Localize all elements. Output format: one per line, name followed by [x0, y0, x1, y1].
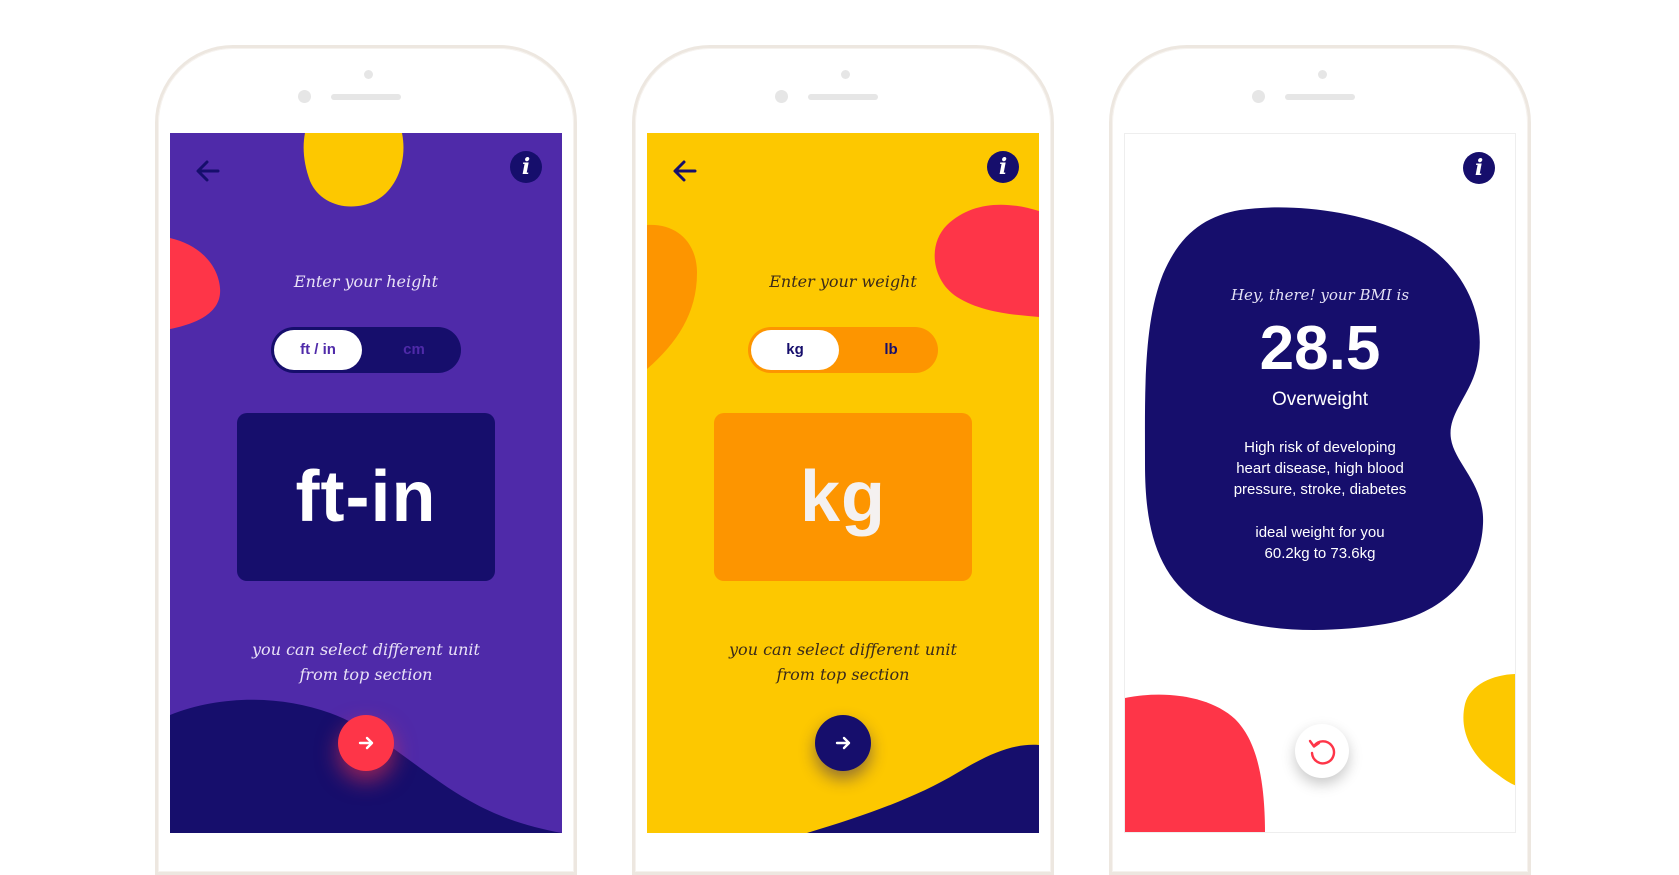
result-blob [1144, 207, 1484, 630]
ideal-weight-text: ideal weight for you 60.2kg to 73.6kg [1125, 522, 1515, 564]
arrow-right-icon [358, 736, 374, 750]
bmi-risk-line: pressure, stroke, diabetes [1233, 481, 1407, 498]
bmi-value: 28.5 [1259, 314, 1381, 383]
unit-hint: you can select different unit from top s… [170, 637, 562, 687]
unit-hint-line: from top section [299, 665, 433, 684]
weight-unit-toggle[interactable]: kg lb [748, 327, 938, 373]
next-button[interactable] [815, 715, 871, 771]
bmi-greeting: Hey, there! your BMI is [1230, 286, 1410, 304]
bmi-risk-line: High risk of developing [1244, 439, 1396, 456]
weight-screen: i Enter your weight kg lb kg you can sel… [647, 133, 1039, 833]
height-unit-toggle[interactable]: ft / in cm [271, 327, 461, 373]
arrow-left-icon[interactable] [669, 155, 701, 187]
phone-result-screen: i Hey, there! your BMI is 28.5 Overweigh… [1109, 45, 1531, 875]
unit-option-cm[interactable]: cm [370, 330, 458, 370]
result-screen: i Hey, there! your BMI is 28.5 Overweigh… [1124, 133, 1516, 833]
phone-height-screen: i Enter your height ft / in cm ft-in you… [155, 45, 577, 875]
sensor-dot [298, 90, 311, 103]
bmi-category: Overweight [1271, 389, 1369, 410]
sensor-dot [775, 90, 788, 103]
weight-unit-display[interactable]: kg [714, 413, 972, 581]
unit-hint-line: you can select different unit [252, 640, 480, 659]
height-prompt: Enter your height [293, 272, 439, 291]
phone-weight-screen: i Enter your weight kg lb kg you can sel… [632, 45, 1054, 875]
ideal-weight-line: ideal weight for you [1255, 524, 1385, 541]
next-button[interactable] [338, 715, 394, 771]
orange-blob [647, 224, 697, 369]
camera-dot [364, 70, 373, 79]
info-icon[interactable]: i [987, 151, 1019, 183]
unit-hint-line: you can select different unit [729, 640, 957, 659]
unit-hint: you can select different unit from top s… [647, 637, 1039, 687]
ideal-weight-line: 60.2kg to 73.6kg [1264, 545, 1376, 562]
yellow-blob [303, 133, 404, 207]
unit-option-lb[interactable]: lb [847, 330, 935, 370]
speaker-grille [331, 94, 401, 100]
info-icon[interactable]: i [510, 151, 542, 183]
arrow-left-icon[interactable] [192, 155, 224, 187]
info-icon[interactable]: i [1463, 152, 1495, 184]
bmi-risk-text: High risk of developing heart disease, h… [1125, 437, 1515, 500]
unit-option-ft-in[interactable]: ft / in [274, 330, 362, 370]
camera-dot [1318, 70, 1327, 79]
weight-prompt: Enter your weight [769, 272, 917, 291]
bmi-risk-line: heart disease, high blood [1236, 460, 1404, 477]
height-unit-display[interactable]: ft-in [237, 413, 495, 581]
yellow-blob [1463, 674, 1515, 786]
coral-blob [934, 204, 1039, 317]
speaker-grille [1285, 94, 1355, 100]
refresh-icon [1308, 739, 1336, 765]
reset-button[interactable] [1295, 724, 1349, 778]
arrow-right-icon [835, 736, 851, 750]
unit-option-kg[interactable]: kg [751, 330, 839, 370]
speaker-grille [808, 94, 878, 100]
camera-dot [841, 70, 850, 79]
coral-blob [1125, 694, 1265, 832]
height-screen: i Enter your height ft / in cm ft-in you… [170, 133, 562, 833]
unit-hint-line: from top section [776, 665, 910, 684]
sensor-dot [1252, 90, 1265, 103]
